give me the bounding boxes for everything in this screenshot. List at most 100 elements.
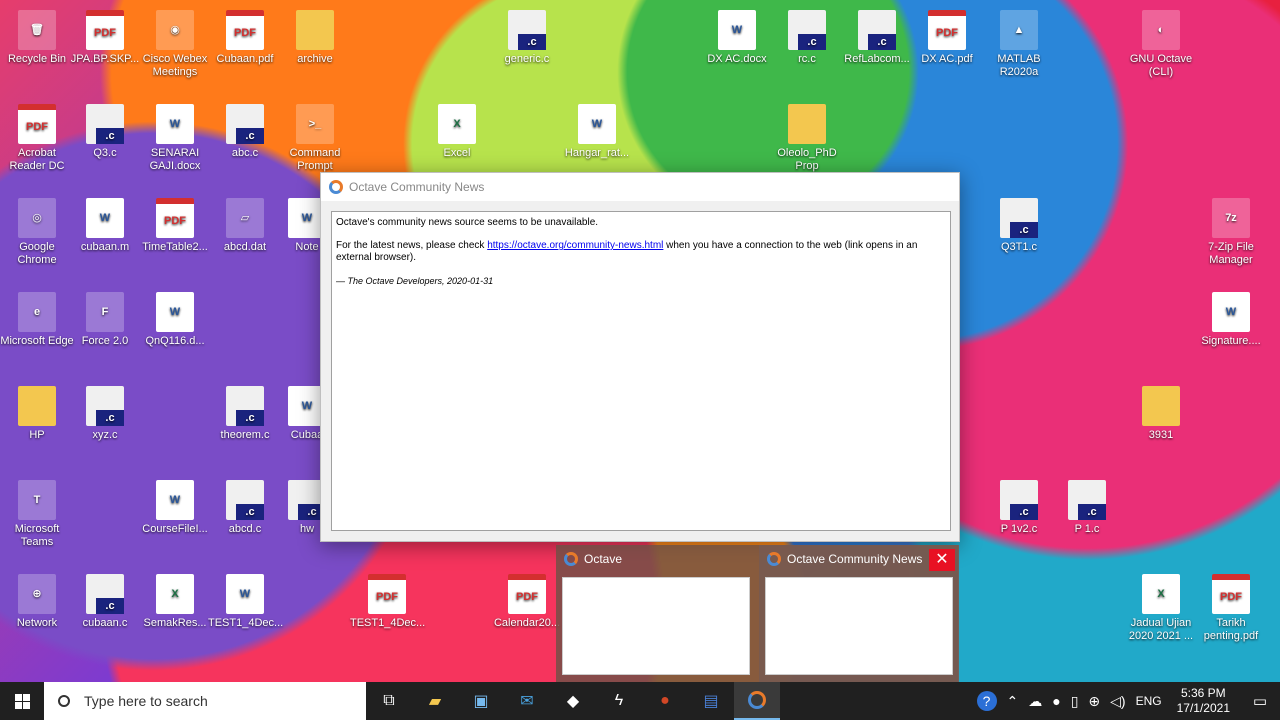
search-box[interactable]: Type here to search — [44, 682, 366, 720]
desktop-icon[interactable]: ⊕ Network — [0, 574, 74, 630]
dropbox-icon[interactable]: ◆ — [550, 682, 596, 720]
desktop-icon[interactable]: PDF Calendar20... — [490, 574, 564, 630]
app-file-icon: e — [18, 292, 56, 332]
octave-community-news-window[interactable]: Octave Community News Octave's community… — [320, 172, 960, 542]
desktop-icon[interactable]: W CourseFileI... — [138, 480, 212, 536]
c-file-icon — [1068, 480, 1106, 520]
desktop-icon[interactable]: Wcubaan.m — [68, 198, 142, 254]
desktop-icon-label: xyz.c — [92, 429, 118, 441]
desktop-icon[interactable]: W Hangar_rat... — [560, 104, 634, 160]
desktop-icon[interactable]: Q3.c — [68, 104, 142, 160]
desktop-icon[interactable]: F Force 2.0 — [68, 292, 142, 348]
help-icon[interactable]: ? — [976, 691, 997, 711]
desktop-icon[interactable]: 3931 — [1124, 386, 1198, 442]
desktop-icon[interactable]: 🗑 Recycle Bin — [0, 10, 74, 66]
desktop-icon[interactable]: HP — [0, 386, 74, 442]
desktop-icon[interactable]: W Signature.... — [1194, 292, 1268, 348]
desktop-icon[interactable]: generic.c — [490, 10, 564, 66]
desktop-icon-label: Tarikh penting.pdf — [1203, 617, 1259, 642]
desktop-icon-label: MATLAB R2020a — [997, 53, 1041, 78]
notification-icon[interactable]: ▭ — [1240, 692, 1280, 710]
desktop-icon[interactable]: ◐ GNU Octave (CLI) — [1124, 10, 1198, 79]
desktop-icon-label: Jadual Ujian 2020 2021 ... — [1128, 617, 1194, 642]
mail-icon[interactable]: ✉ — [504, 682, 550, 720]
microphone-icon[interactable]: ● — [1052, 693, 1060, 709]
desktop-icon[interactable]: W TEST1_4Dec... — [208, 574, 284, 630]
desktop-icon[interactable]: PDF DX AC.pdf — [910, 10, 984, 66]
desktop-icon[interactable]: X Excel — [420, 104, 494, 160]
window-titlebar[interactable]: Octave Community News — [321, 173, 959, 201]
desktop-icon[interactable]: W QnQ116.d... — [138, 292, 212, 348]
desktop-icon[interactable]: Oleolo_PhD Prop — [770, 104, 844, 173]
desktop-icon[interactable]: PDF Cubaan.pdf — [208, 10, 282, 66]
desktop-icon[interactable]: archive — [278, 10, 352, 66]
c-file-icon — [788, 10, 826, 50]
file-explorer-icon[interactable]: ▰ — [412, 682, 458, 720]
battery-icon[interactable]: ▯ — [1071, 693, 1079, 710]
folder-file-icon — [18, 386, 56, 426]
desktop-icon-label: SENARAI GAJI.docx — [149, 147, 201, 172]
desktop-icon[interactable]: P 1.c — [1050, 480, 1124, 536]
desktop-icon[interactable]: 7z 7-Zip File Manager — [1194, 198, 1268, 267]
desktop-icon[interactable]: PDF JPA.BP.SKP... — [68, 10, 142, 66]
cloud-icon[interactable]: ☁ — [1028, 693, 1042, 710]
desktop-icon[interactable]: ▲ MATLAB R2020a — [982, 10, 1056, 79]
word-icon[interactable]: ▤ — [688, 682, 734, 720]
doc-file-icon: W — [226, 574, 264, 614]
thumbnail-close-button[interactable]: ✕ — [929, 549, 955, 571]
desktop-icon[interactable]: RefLabcom... — [840, 10, 914, 66]
volume-icon[interactable]: ◁) — [1110, 693, 1125, 710]
pdf-file-icon: PDF — [86, 10, 124, 50]
desktop-icon-label: cubaan.c — [82, 617, 128, 629]
desktop-icon[interactable]: W SENARAI GAJI.docx — [138, 104, 212, 173]
desktop-icon[interactable]: PDF Tarikh penting.pdf — [1194, 574, 1268, 643]
powerpoint-icon[interactable]: ● — [642, 682, 688, 720]
app-file-icon: 7z — [1212, 198, 1250, 238]
desktop-icon[interactable]: abc.c — [208, 104, 282, 160]
desktop-icon-label: TEST1_4Dec... — [208, 617, 284, 629]
doc-file-icon: W — [156, 104, 194, 144]
desktop-icon[interactable]: e Microsoft Edge — [0, 292, 74, 348]
community-news-link[interactable]: https://octave.org/community-news.html — [487, 240, 663, 251]
desktop-icon-label: Q3T1.c — [1000, 241, 1038, 253]
c-file-icon — [858, 10, 896, 50]
bolt-icon[interactable]: ϟ — [596, 682, 642, 720]
desktop-icon-label: QnQ116.d... — [145, 335, 205, 347]
desktop-icon[interactable]: rc.c — [770, 10, 844, 66]
desktop-icon-label: rc.c — [798, 53, 816, 65]
desktop-icon-label: JPA.BP.SKP... — [70, 53, 140, 65]
desktop-icon[interactable]: Q3T1.c — [982, 198, 1056, 254]
thumbnail-octave[interactable]: Octave — [556, 545, 756, 682]
task-view-icon[interactable]: ⧉ — [366, 682, 412, 720]
app-file-icon: ▱ — [226, 198, 264, 238]
c-file-icon — [226, 480, 264, 520]
clock[interactable]: 5:36 PM 17/1/2021 — [1177, 686, 1230, 716]
desktop-icon-label: Force 2.0 — [81, 335, 129, 347]
desktop-icon[interactable]: >_ Command Prompt — [278, 104, 352, 173]
desktop-icon[interactable]: W DX AC.docx — [700, 10, 774, 66]
desktop-icon[interactable]: X SemakRes... — [138, 574, 212, 630]
desktop-icon-label: generic.c — [504, 53, 550, 65]
desktop-icon[interactable]: P 1v2.c — [982, 480, 1056, 536]
desktop-icon-label: Oleolo_PhD Prop — [777, 147, 837, 172]
desktop-icon[interactable]: X Jadual Ujian 2020 2021 ... — [1124, 574, 1198, 643]
start-button[interactable] — [0, 682, 44, 720]
language-indicator[interactable]: ENG — [1136, 694, 1162, 708]
octave-taskbar-icon[interactable] — [734, 682, 780, 720]
desktop-icon[interactable]: xyz.c — [68, 386, 142, 442]
desktop-icon[interactable]: ◉ Cisco Webex Meetings — [138, 10, 212, 79]
store-icon[interactable]: ▣ — [458, 682, 504, 720]
xls-file-icon: X — [438, 104, 476, 144]
desktop-icon[interactable]: PDF TimeTable2... — [138, 198, 212, 254]
chevron-up-icon[interactable]: ⌃ — [1007, 693, 1019, 710]
clock-date: 17/1/2021 — [1176, 701, 1230, 715]
desktop-icon[interactable]: PDF Acrobat Reader DC — [0, 104, 74, 173]
thumbnail-octave-community-news[interactable]: Octave Community News ✕ — [759, 545, 959, 682]
network-icon[interactable]: ⊕ — [1088, 693, 1100, 710]
desktop-icon[interactable]: cubaan.c — [68, 574, 142, 630]
desktop-icon-label: Hangar_rat... — [564, 147, 630, 159]
desktop-icon[interactable]: ◎ Google Chrome — [0, 198, 74, 267]
pdf-file-icon: PDF — [508, 574, 546, 614]
desktop-icon[interactable]: T Microsoft Teams — [0, 480, 74, 549]
desktop-icon[interactable]: PDF TEST1_4Dec... — [350, 574, 425, 630]
